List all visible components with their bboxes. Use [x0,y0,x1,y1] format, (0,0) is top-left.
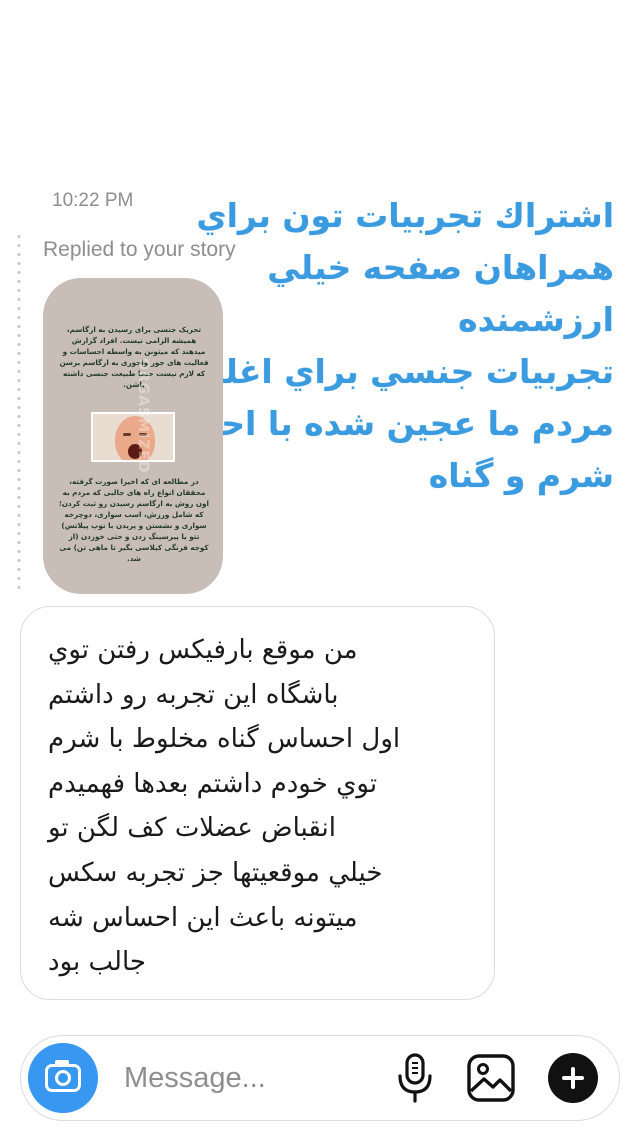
gallery-icon [467,1054,515,1102]
gallery-button[interactable] [466,1053,516,1103]
message-line: جالب بود [48,947,146,978]
message-line: ميتونه باعث اين احساس شه [48,902,358,933]
camera-button[interactable] [28,1043,98,1113]
overlay-line: شرم و گناه [428,456,614,495]
message-input[interactable] [124,1058,374,1098]
overlay-line: مردم ما عجين شده با احساس [129,404,614,443]
story-overlay-text: اشتراك تجربيات تون براي همراهان صفحه خيل… [129,190,614,502]
message-line: اول احساس گناه مخلوط با شرم [48,724,401,755]
story-thumbnail[interactable]: تحریک جنسی برای رسیدن به ارگاسم، همیشه ا… [43,278,223,594]
overlay-line: تجربيات جنسي براي اغلب [190,352,614,391]
message-text: من موقع بارفيكس رفتن توي باشگاه اين تجرب… [48,628,468,985]
overlay-line: ارزشمنده [458,300,614,339]
reply-thread-line [17,232,21,594]
message-line: من موقع بارفيكس رفتن توي [48,635,358,665]
message-line: خيلي موقعيتها جز تجربه سكس [48,857,383,888]
overlay-line: اشتراك تجربيات تون براي [196,196,614,235]
voice-message-button[interactable] [395,1052,435,1104]
message-line: باشگاه اين تجربه رو داشتم [48,679,339,710]
story-thumbnail-photo [91,412,175,462]
overlay-line: همراهان صفحه خيلي [267,248,614,287]
replied-to-story-label: Replied to your story [43,238,236,261]
story-watermark: ORGASMIZED [135,358,151,474]
message-timestamp: 10:22 PM [52,190,134,211]
message-line: انقباض عضلات كف لگن تو [48,813,336,844]
story-thumbnail-top-text: تحریک جنسی برای رسیدن به ارگاسم، همیشه ا… [59,325,209,389]
story-thumbnail-bottom-text: در مطالعه ای که اخیرا صورت گرفته، محققان… [59,477,209,563]
more-options-button[interactable] [548,1053,598,1103]
message-line: توي خودم داشتم بعدها فهميدم [48,768,378,799]
microphone-icon [398,1053,432,1103]
